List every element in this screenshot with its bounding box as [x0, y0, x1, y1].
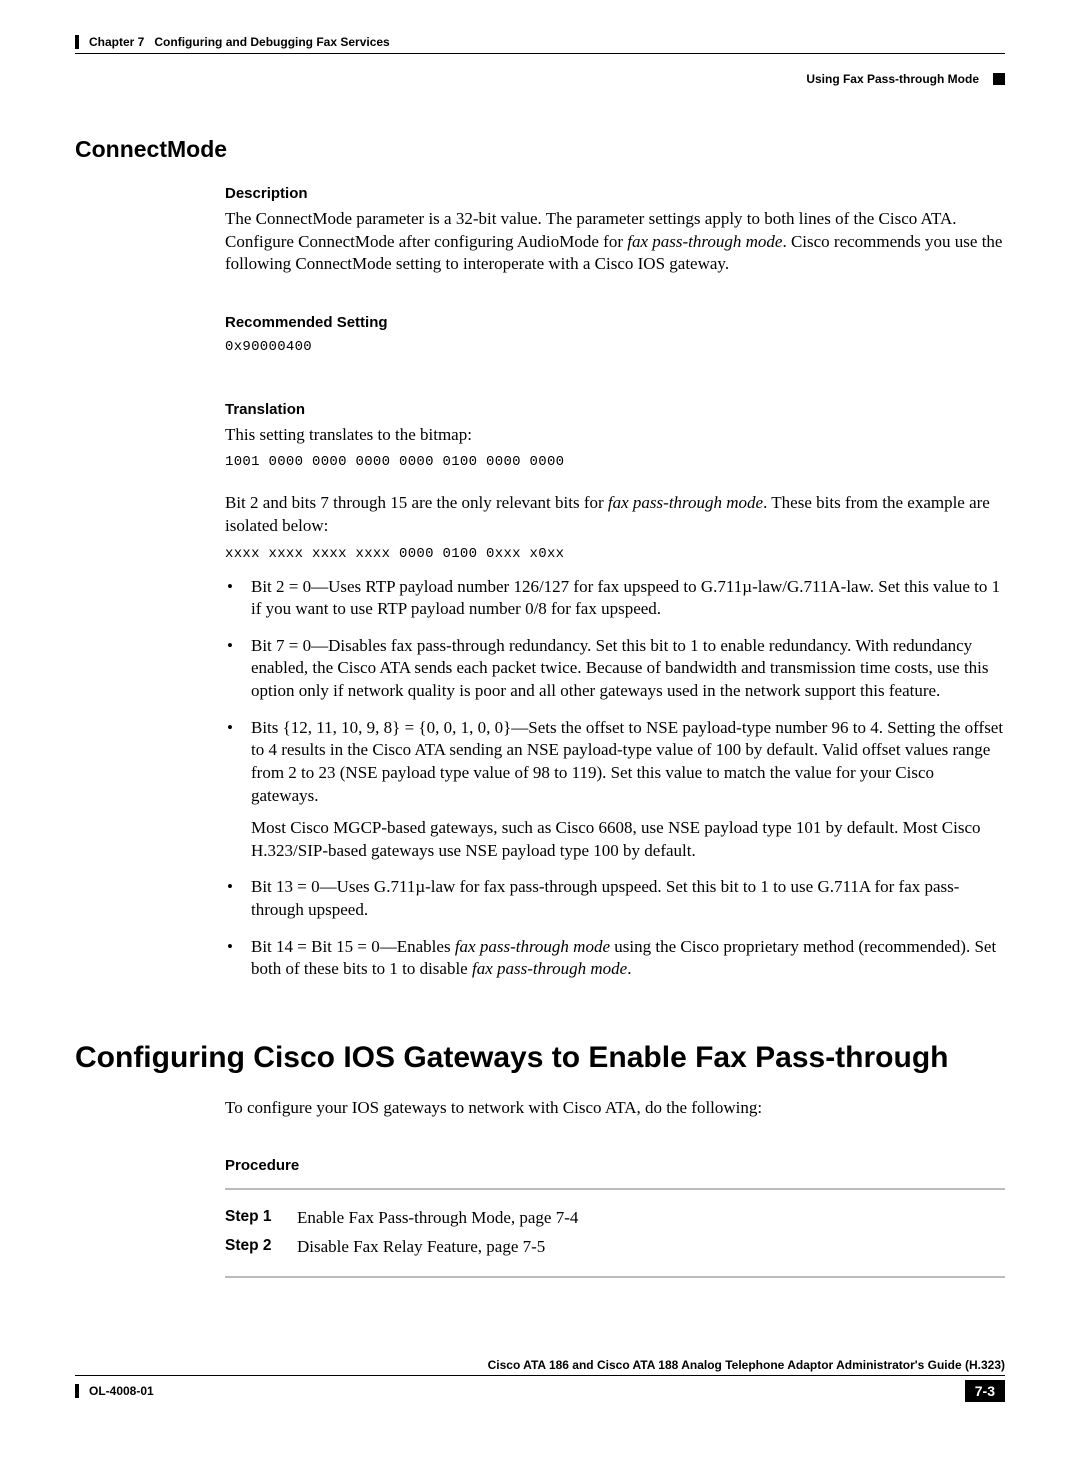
bullet-bit14-15: Bit 14 = Bit 15 = 0—Enables fax pass-thr… [225, 936, 1005, 981]
page-number-badge: 7-3 [965, 1380, 1005, 1402]
step-1-label: Step 1 [225, 1204, 297, 1233]
bits-bullets: Bit 2 = 0—Uses RTP payload number 126/12… [225, 576, 1005, 981]
header-left-mark [75, 35, 79, 49]
running-header-right: Using Fax Pass-through Mode [75, 72, 1005, 86]
steps-bottom-rule [225, 1276, 1005, 1278]
step-1-text: Enable Fax Pass-through Mode, page 7-4 [297, 1204, 578, 1233]
step-2-label: Step 2 [225, 1233, 297, 1262]
page: Chapter 7 Configuring and Debugging Fax … [0, 0, 1080, 1462]
running-header-left: Chapter 7 Configuring and Debugging Fax … [75, 35, 1005, 49]
procedure-label: Procedure [225, 1157, 1005, 1174]
recommended-label: Recommended Setting [225, 314, 1005, 331]
connectmode-body: Description The ConnectMode parameter is… [225, 185, 1005, 981]
header-right-mark [993, 73, 1005, 85]
footer-left-mark [75, 1384, 79, 1398]
bullet-bits12-8: Bits {12, 11, 10, 9, 8} = {0, 0, 1, 0, 0… [225, 717, 1005, 863]
bits-intro: Bit 2 and bits 7 through 15 are the only… [225, 492, 1005, 537]
connectmode-heading: ConnectMode [75, 136, 1005, 163]
description-text: The ConnectMode parameter is a 32-bit va… [225, 208, 1005, 276]
steps-list: Step 1 Enable Fax Pass-through Mode, pag… [225, 1204, 1005, 1262]
footer-doc-title: Cisco ATA 186 and Cisco ATA 188 Analog T… [75, 1358, 1005, 1372]
step-2: Step 2 Disable Fax Relay Feature, page 7… [225, 1233, 1005, 1262]
page-footer: Cisco ATA 186 and Cisco ATA 188 Analog T… [75, 1358, 1005, 1402]
description-label: Description [225, 185, 1005, 202]
footer-rule [75, 1375, 1005, 1376]
translation-intro: This setting translates to the bitmap: [225, 424, 1005, 447]
chapter-title: Configuring and Debugging Fax Services [154, 35, 389, 49]
bullet-bit2: Bit 2 = 0—Uses RTP payload number 126/12… [225, 576, 1005, 621]
step-1: Step 1 Enable Fax Pass-through Mode, pag… [225, 1204, 1005, 1233]
ios-body: To configure your IOS gateways to networ… [225, 1097, 1005, 1278]
chapter-number: Chapter 7 [89, 35, 144, 49]
bits-isolated: xxxx xxxx xxxx xxxx 0000 0100 0xxx x0xx [225, 546, 1005, 562]
header-rule [75, 53, 1005, 54]
translation-bitmap: 1001 0000 0000 0000 0000 0100 0000 0000 [225, 454, 1005, 470]
content: ConnectMode Description The ConnectMode … [75, 136, 1005, 1278]
ios-intro: To configure your IOS gateways to networ… [225, 1097, 1005, 1120]
bullet-bit7: Bit 7 = 0—Disables fax pass-through redu… [225, 635, 1005, 703]
footer-doc-id: OL-4008-01 [75, 1384, 154, 1398]
translation-label: Translation [225, 401, 1005, 418]
bullet-bits12-8-sub: Most Cisco MGCP-based gateways, such as … [251, 817, 1005, 862]
ios-heading: Configuring Cisco IOS Gateways to Enable… [75, 1041, 1005, 1075]
footer-bottom: OL-4008-01 7-3 [75, 1380, 1005, 1402]
steps-top-rule [225, 1188, 1005, 1190]
recommended-value: 0x90000400 [225, 339, 1005, 355]
bullet-bit13: Bit 13 = 0—Uses G.711µ-law for fax pass-… [225, 876, 1005, 921]
step-2-text: Disable Fax Relay Feature, page 7-5 [297, 1233, 545, 1262]
section-title: Using Fax Pass-through Mode [806, 72, 979, 86]
